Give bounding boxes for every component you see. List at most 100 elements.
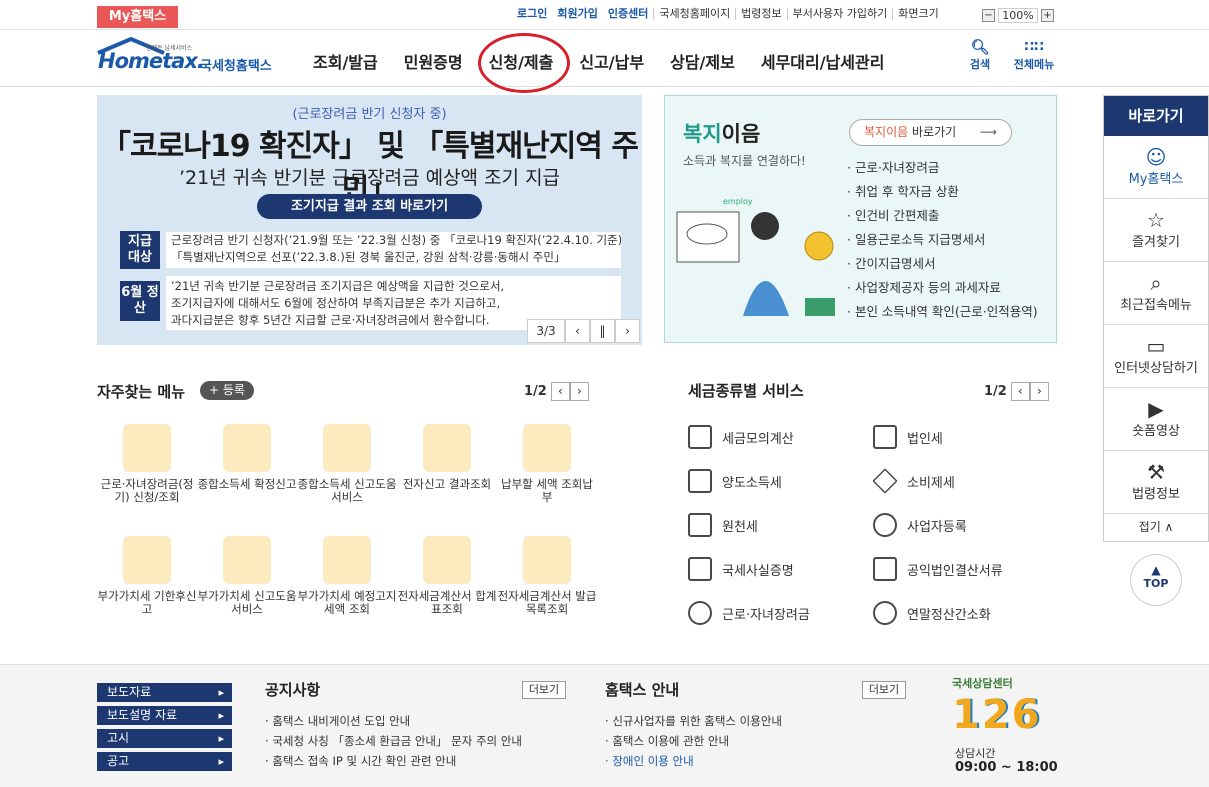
tax-item[interactable]: 사업자등록 xyxy=(873,513,967,537)
sidebar-item-consult[interactable]: ▭ 인터넷상담하기 xyxy=(1104,325,1208,388)
fav-item[interactable]: 부가가치세 예정고지세액 조회 xyxy=(297,536,397,616)
welfare-link-rest: 바로가기 xyxy=(908,125,957,139)
notice-item[interactable]: · 홈택스 내비게이션 도입 안내 xyxy=(265,711,522,731)
nav-tax-agent[interactable]: 세무대리/납세관리 xyxy=(748,49,898,73)
sidebar-item-label: 인터넷상담하기 xyxy=(1114,361,1198,376)
banner-subheadline: ’21년 귀속 반기분 근로장려금 예상액 조기 지급 xyxy=(178,167,561,189)
favorites-prev-button[interactable]: ‹ xyxy=(550,382,570,401)
tax-item[interactable]: 세금모의계산 xyxy=(688,425,794,449)
search-button[interactable]: 🔍︎ 검색 xyxy=(962,38,998,72)
sidebar-item-my-hometax[interactable]: ☺ My홈택스 xyxy=(1104,136,1208,199)
welfare-item[interactable]: · 사업장제공자 등의 과세자료 xyxy=(847,276,1038,300)
all-menu-button[interactable]: ∷∷ 전체메뉴 xyxy=(1006,38,1062,72)
guide-more-button[interactable]: 더보기 xyxy=(862,681,906,699)
welfare-subtitle: 소득과 복지를 연결하다! xyxy=(683,154,806,168)
favorites-next-button[interactable]: › xyxy=(569,382,589,401)
welfare-item[interactable]: · 근로·자녀장려금 xyxy=(847,156,1038,180)
play-icon: ▶ xyxy=(1148,397,1164,421)
nts-homepage-link[interactable]: 국세청홈페이지 xyxy=(653,8,735,20)
zoom-out-button[interactable]: − xyxy=(982,9,995,22)
salary-doc-icon xyxy=(688,513,712,537)
tax-item[interactable]: 소비제세 xyxy=(872,468,955,494)
banner-pause-button[interactable]: ‖ xyxy=(590,319,615,343)
document-transfer-icon xyxy=(688,469,712,493)
banner-prev-button[interactable]: ‹ xyxy=(565,319,590,343)
sidebar-item-law[interactable]: ⚒ 법령정보 xyxy=(1104,451,1208,514)
tax-item[interactable]: 원천세 xyxy=(688,513,758,537)
zoom-in-button[interactable]: + xyxy=(1041,9,1054,22)
signup-link[interactable]: 회원가입 xyxy=(552,8,602,20)
banner-next-button[interactable]: › xyxy=(615,319,640,343)
press-release-button[interactable]: 보도자료 xyxy=(97,683,232,702)
tax-item[interactable]: 법인세 xyxy=(873,425,943,449)
clipboard-check-icon xyxy=(873,557,897,581)
favorites-register-button[interactable]: + 등록 xyxy=(200,381,254,400)
nav-certificate[interactable]: 민원증명 xyxy=(391,49,476,73)
guide-item[interactable]: · 장애인 이용 안내 xyxy=(605,751,782,771)
fav-item[interactable]: 전자세금계산서 합계표조회 xyxy=(397,536,497,616)
law-info-link[interactable]: 법령정보 xyxy=(735,8,786,20)
notification-button[interactable]: 고시 xyxy=(97,729,232,748)
login-link[interactable]: 로그인 xyxy=(512,8,552,20)
banner-cta-button[interactable]: 조기지급 결과 조회 바로가기 xyxy=(257,194,482,219)
sidebar-item-shortform[interactable]: ▶ 숏폼영상 xyxy=(1104,388,1208,451)
notice-item[interactable]: · 홈택스 접속 IP 및 시간 확인 관련 안내 xyxy=(265,751,522,771)
money-bag-icon xyxy=(123,424,171,472)
tax-item[interactable]: 공익법인결산서류 xyxy=(873,557,1003,581)
quick-links-title: 바로가기 xyxy=(1104,96,1208,136)
nav-report-pay[interactable]: 신고/납부 xyxy=(566,49,657,73)
sidebar-item-recent[interactable]: ⌕ 최근접속메뉴 xyxy=(1104,262,1208,325)
fav-item[interactable]: 부가가치세 기한후신고 xyxy=(97,536,197,616)
taxservice-prev-button[interactable]: ‹ xyxy=(1010,382,1030,401)
fav-item[interactable]: 부가가치세 신고도움 서비스 xyxy=(197,536,297,616)
global-nav: 조회/발급 민원증명 신청/제출 신고/납부 상담/제보 세무대리/납세관리 xyxy=(300,49,897,73)
cert-center-link[interactable]: 인증센터 xyxy=(603,8,653,20)
sidebar-collapse-button[interactable]: 접기 ∧ xyxy=(1104,514,1208,540)
document-icon xyxy=(688,557,712,581)
target-label: 지급 대상 xyxy=(120,231,160,269)
main-banner[interactable]: (근로장려금 반기 신청자 중) 「코로나19 확진자」 및 「특별재난지역 주… xyxy=(97,95,642,345)
welfare-link-button[interactable]: 복지이음 바로가기 ⟶ xyxy=(849,119,1012,146)
all-menu-label: 전체메뉴 xyxy=(1013,58,1055,71)
my-hometax-tab[interactable]: My홈택스 xyxy=(97,6,178,28)
footer-area: 보도자료 보도설명 자료 고시 공고 공지사항 더보기 · 홈택스 내비게이션 … xyxy=(0,664,1209,787)
welfare-item[interactable]: · 본인 소득내역 확인(근로·인적용역) xyxy=(847,300,1038,324)
notice-item[interactable]: · 국세청 사칭 「종소세 환급금 안내」 문자 주의 안내 xyxy=(265,731,522,751)
favorites-page-indicator: 1/2 xyxy=(524,384,547,399)
fav-item[interactable]: 종합소득세 확정신고 xyxy=(197,424,297,491)
fav-item[interactable]: 전자신고 결과조회 xyxy=(397,424,497,491)
notice-more-button[interactable]: 더보기 xyxy=(522,681,566,699)
sidebar-item-label: My홈택스 xyxy=(1128,172,1184,187)
tax-item[interactable]: 연말정산간소화 xyxy=(873,601,991,625)
fav-item[interactable]: 종합소득세 신고도움 서비스 xyxy=(297,424,397,504)
nav-inquiry[interactable]: 조회/발급 xyxy=(300,49,391,73)
target-line-1: 근로장려금 반기 신청자(’21.9월 또는 ’22.3월 신청) 중 「코로나… xyxy=(171,233,621,247)
announcement-button[interactable]: 공고 xyxy=(97,752,232,771)
notice-title: 공지사항 xyxy=(265,681,321,699)
scroll-top-button[interactable]: ▲ TOP xyxy=(1130,554,1182,606)
welfare-item[interactable]: · 간이지급명세서 xyxy=(847,252,1038,276)
welfare-panel: 복지이음 소득과 복지를 연결하다! 복지이음 바로가기 ⟶ employ · 근… xyxy=(664,95,1057,343)
guide-item[interactable]: · 신규사업자를 위한 홈택스 이용안내 xyxy=(605,711,782,731)
welfare-list: · 근로·자녀장려금 · 취업 후 학자금 상환 · 인건비 간편제출 · 일용… xyxy=(847,156,1038,324)
press-explanation-button[interactable]: 보도설명 자료 xyxy=(97,706,232,725)
laptop-icon: ▭ xyxy=(1146,334,1166,358)
nav-consult[interactable]: 상담/제보 xyxy=(657,49,748,73)
taxservice-next-button[interactable]: › xyxy=(1029,382,1049,401)
fav-item[interactable]: 납부할 세액 조회납부 xyxy=(497,424,597,504)
logo-org: 국세청홈택스 xyxy=(200,59,272,74)
welfare-item[interactable]: · 취업 후 학자금 상환 xyxy=(847,180,1038,204)
dept-user-signup-link[interactable]: 부서사용자 가입하기 xyxy=(786,8,893,20)
monitor-search-icon xyxy=(523,424,571,472)
tax-item[interactable]: 양도소득세 xyxy=(688,469,782,493)
tax-item[interactable]: 근로·자녀장려금 xyxy=(688,601,810,625)
highlight-circle xyxy=(478,33,570,93)
welfare-item[interactable]: · 인건비 간편제출 xyxy=(847,204,1038,228)
tax-item[interactable]: 국세사실증명 xyxy=(688,557,794,581)
sidebar-item-favorites[interactable]: ☆ 즐겨찾기 xyxy=(1104,199,1208,262)
welfare-item[interactable]: · 일용근로소득 지급명세서 xyxy=(847,228,1038,252)
fav-item[interactable]: 전자세금계산서 발급목록조회 xyxy=(497,536,597,616)
guide-item[interactable]: · 홈택스 이용에 관한 안내 xyxy=(605,731,782,751)
fav-item[interactable]: 근로·자녀장려금(정기) 신청/조회 xyxy=(97,424,197,504)
hometax-logo[interactable]: 언제든 납세서비스 Hometax. 국세청홈택스 xyxy=(96,37,281,77)
